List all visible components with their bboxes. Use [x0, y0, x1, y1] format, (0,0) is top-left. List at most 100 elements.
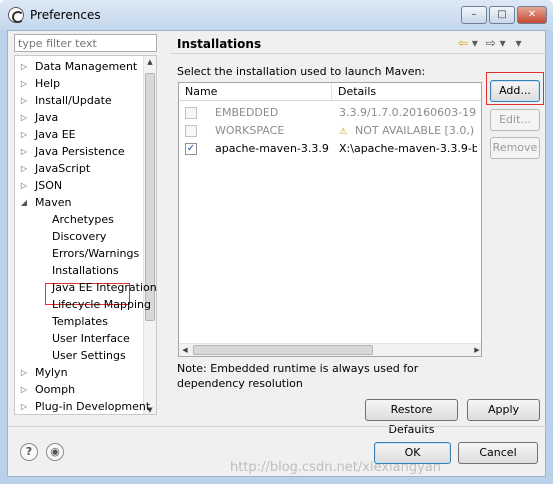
column-header-details[interactable]: Details — [332, 83, 481, 101]
title-divider — [170, 53, 546, 54]
installation-name: EMBEDDED — [215, 106, 279, 119]
tree-item[interactable]: ▷ Java EE — [15, 126, 145, 143]
scroll-right-icon[interactable]: ▶ — [471, 344, 481, 356]
tree-item[interactable]: ▷ Help — [15, 75, 145, 92]
dialog-body: ▲ ▼ ▷Data Management▷Help▷Install/Update… — [7, 30, 547, 477]
cancel-button[interactable]: Cancel — [458, 442, 538, 464]
remove-button[interactable]: Remove — [490, 137, 540, 159]
installation-name: apache-maven-3.3.9 — [215, 142, 329, 155]
tree-item[interactable]: Templates — [15, 313, 145, 330]
page-title: Installations — [177, 37, 262, 51]
installation-details-cell: 3.3.9/1.7.0.20160603-1931 — [339, 104, 477, 122]
installation-checkbox[interactable] — [185, 125, 197, 137]
expand-arrow-icon[interactable]: ▷ — [19, 160, 29, 177]
installation-name: WORKSPACE — [215, 124, 285, 137]
tree-item[interactable]: Lifecycle Mapping — [15, 296, 151, 313]
tree-item-label: Errors/Warnings — [52, 247, 140, 260]
expand-arrow-icon[interactable]: ▷ — [19, 177, 29, 194]
forward-menu-icon[interactable]: ▾ — [500, 36, 506, 50]
tree-item[interactable]: User Settings — [15, 347, 145, 364]
table-hscrollbar[interactable]: ◀ ▶ — [179, 343, 481, 356]
expand-arrow-icon[interactable]: ▷ — [19, 58, 29, 75]
collapse-arrow-icon[interactable]: ◢ — [19, 194, 29, 211]
expand-arrow-icon[interactable]: ▷ — [19, 381, 29, 398]
filter-input[interactable] — [14, 34, 157, 52]
title-bar: Preferences – □ ✕ — [0, 0, 553, 30]
tree-item[interactable]: ▷ JavaScript — [15, 160, 145, 177]
tree-item-label: Java EE Integration — [52, 281, 157, 294]
tree-item[interactable]: ▷ Mylyn — [15, 364, 145, 381]
tree-item[interactable]: Discovery — [15, 228, 145, 245]
eclipse-icon — [8, 7, 24, 23]
restore-defaults-button[interactable]: Restore Defaults — [365, 399, 458, 436]
tree-item-label: Mylyn — [35, 366, 68, 379]
table-row[interactable]: WORKSPACE ⚠ NOT AVAILABLE [3.0,) — [179, 122, 481, 140]
expand-arrow-icon[interactable]: ▷ — [19, 126, 29, 143]
expand-arrow-icon[interactable]: ▷ — [19, 75, 29, 92]
expand-arrow-icon[interactable]: ▷ — [19, 92, 29, 109]
tree-item-label: Plug-in Development — [35, 400, 151, 413]
tree-item[interactable]: Java EE Integration — [15, 279, 156, 296]
installation-details: NOT AVAILABLE [3.0,) — [355, 124, 475, 137]
tree-item-label: Java — [35, 111, 59, 124]
installation-details: 3.3.9/1.7.0.20160603-1931 — [339, 106, 477, 119]
preferences-tree: ▲ ▼ ▷ Data Management ▷ Help ▷ Install/Update… — [14, 55, 157, 415]
scroll-left-icon[interactable]: ◀ — [179, 344, 191, 356]
tree-item-label: Oomph — [35, 383, 76, 396]
tree-item-label: Lifecycle Mapping — [52, 298, 151, 311]
back-menu-icon[interactable]: ▾ — [472, 36, 478, 50]
embedded-note: Note: Embedded runtime is always used fo… — [177, 362, 419, 390]
help-icon[interactable]: ? — [20, 443, 38, 461]
tree-item[interactable]: Archetypes — [15, 211, 145, 228]
tree-item[interactable]: ◢ Maven — [15, 194, 145, 211]
minimize-button[interactable]: – — [461, 6, 487, 24]
tree-item[interactable]: ▷ Plug-in Development — [15, 398, 150, 414]
expand-arrow-icon[interactable]: ▷ — [19, 398, 29, 414]
installation-checkbox[interactable] — [185, 107, 197, 119]
ok-button[interactable]: OK — [374, 442, 451, 464]
table-row[interactable]: ✓ apache-maven-3.3.9 X:\apache-maven-3.3.9… — [179, 140, 481, 158]
hscroll-thumb[interactable] — [193, 345, 373, 355]
page-subtitle: Select the installation used to launch M… — [177, 65, 426, 78]
forward-arrow-icon[interactable]: ⇨ — [486, 36, 496, 50]
tree-item-label: Templates — [52, 315, 108, 328]
table-row[interactable]: EMBEDDED 3.3.9/1.7.0.20160603-1931 — [179, 104, 481, 122]
installation-details-cell: X:\apache-maven-3.3.9-bin\a — [339, 140, 477, 158]
view-menu-icon[interactable]: ▾ — [516, 36, 522, 50]
tree-item-label: Install/Update — [35, 94, 112, 107]
import-export-icon[interactable]: ◉ — [46, 443, 64, 461]
column-header-name[interactable]: Name — [179, 83, 332, 101]
tree-item-label: User Interface — [52, 332, 130, 345]
tree-item[interactable]: ▷ Java — [15, 109, 145, 126]
tree-item[interactable]: Errors/Warnings — [15, 245, 145, 262]
apply-button[interactable]: Apply — [467, 399, 540, 421]
maximize-button[interactable]: □ — [489, 6, 515, 24]
tree-item[interactable]: ▷ Oomph — [15, 381, 145, 398]
close-button[interactable]: ✕ — [517, 6, 547, 24]
page-nav: ⇦ ▾ ⇨ ▾ ▾ — [458, 36, 522, 50]
tree-item[interactable]: ▷ Install/Update — [15, 92, 145, 109]
edit-button[interactable]: Edit... — [490, 109, 540, 131]
tree-item-label: Maven — [35, 196, 72, 209]
installation-checkbox[interactable]: ✓ — [185, 143, 197, 155]
tree-item[interactable]: ▷ Data Management — [15, 58, 145, 75]
tree-item-label: Installations — [52, 264, 119, 277]
back-arrow-icon[interactable]: ⇦ — [458, 36, 468, 50]
tree-item-label: JSON — [35, 179, 63, 192]
tree-item[interactable]: ▷ Java Persistence — [15, 143, 145, 160]
bottom-divider — [8, 426, 547, 427]
tree-item-label: Help — [35, 77, 61, 90]
add-button[interactable]: Add... — [490, 80, 540, 102]
tree-item-label: JavaScript — [35, 162, 91, 175]
preferences-window: Preferences – □ ✕ ▲ ▼ ▷Data Management▷H… — [0, 0, 553, 484]
table-header: Name Details — [179, 83, 481, 101]
expand-arrow-icon[interactable]: ▷ — [19, 109, 29, 126]
installation-details-cell: ⚠ NOT AVAILABLE [3.0,) — [339, 122, 477, 140]
window-title: Preferences — [30, 8, 101, 22]
tree-item[interactable]: Installations — [15, 262, 145, 279]
scroll-up-icon[interactable]: ▲ — [144, 56, 156, 68]
expand-arrow-icon[interactable]: ▷ — [19, 143, 29, 160]
tree-item[interactable]: User Interface — [15, 330, 145, 347]
expand-arrow-icon[interactable]: ▷ — [19, 364, 29, 381]
tree-item[interactable]: ▷ JSON — [15, 177, 145, 194]
